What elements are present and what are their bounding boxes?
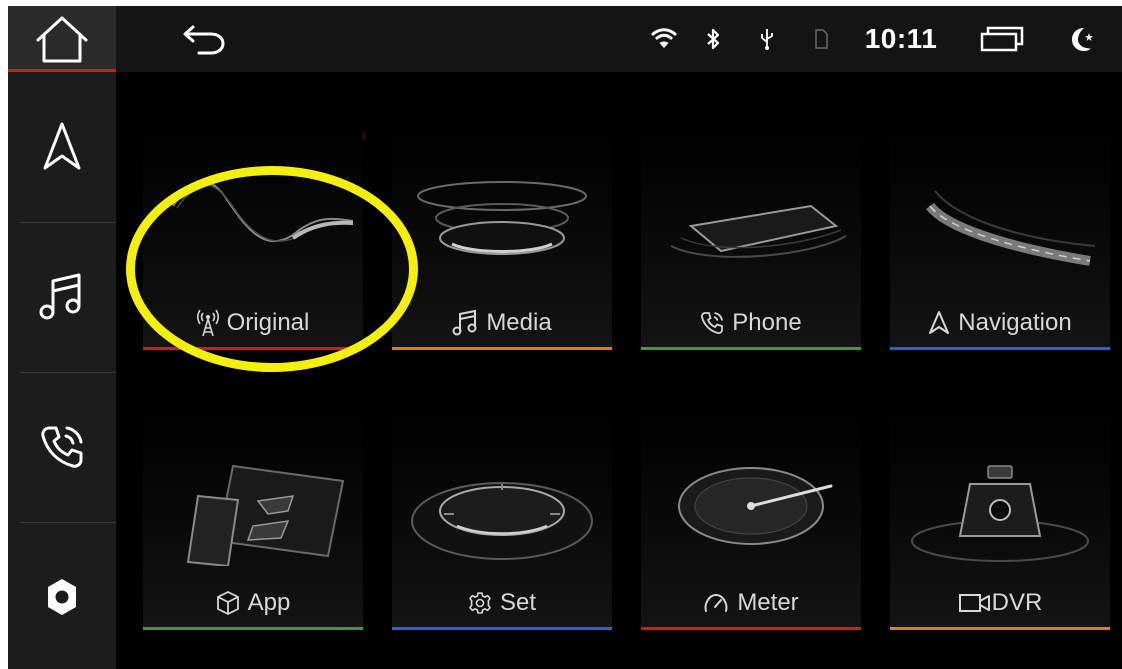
tile-meter[interactable]: Meter bbox=[641, 406, 861, 630]
status-bar: 10:11 bbox=[116, 6, 1122, 72]
usb-status bbox=[752, 6, 782, 72]
road-graphic bbox=[926, 190, 1096, 266]
gear-icon bbox=[468, 591, 492, 615]
sidebar-item-music[interactable] bbox=[8, 222, 116, 372]
phone-icon bbox=[41, 426, 83, 468]
tile-label-text: Media bbox=[486, 309, 552, 336]
tile-label: Media bbox=[392, 308, 612, 338]
tile-label: Phone bbox=[641, 308, 861, 338]
speedometer-icon bbox=[703, 591, 729, 615]
tile-label-text: App bbox=[247, 589, 291, 616]
tile-label-text: Set bbox=[499, 589, 537, 616]
tile-phone[interactable]: Phone bbox=[641, 126, 861, 350]
usb-icon bbox=[761, 29, 773, 50]
music-note-icon bbox=[452, 309, 478, 337]
tile-accent-line bbox=[890, 347, 1110, 350]
tile-accent-line bbox=[392, 627, 612, 630]
tile-accent-line bbox=[641, 627, 861, 630]
cube-icon bbox=[216, 590, 240, 616]
recent-apps-button[interactable] bbox=[974, 6, 1030, 72]
sidebar-item-navigation[interactable] bbox=[8, 72, 116, 222]
tile-accent-line bbox=[890, 627, 1110, 630]
navigation-arrow-icon bbox=[43, 122, 81, 170]
head-unit-display: 10:11 Original Media Phone Navigation Ap… bbox=[8, 6, 1122, 669]
phone-graphic bbox=[670, 204, 847, 258]
tile-label-text: Original bbox=[226, 309, 310, 336]
tile-set[interactable]: Set bbox=[392, 406, 612, 630]
tile-label: Meter bbox=[641, 588, 861, 618]
tile-label-text: Phone bbox=[732, 309, 802, 336]
sim-card-icon bbox=[815, 29, 828, 49]
wave-graphic bbox=[172, 180, 353, 243]
recent-apps-icon bbox=[980, 26, 1024, 52]
navigation-arrow-icon bbox=[928, 310, 950, 336]
sidebar-item-settings[interactable] bbox=[8, 522, 116, 669]
music-note-icon bbox=[39, 273, 81, 320]
wifi-status bbox=[646, 6, 682, 72]
dashcam-graphic bbox=[911, 465, 1089, 562]
tile-label-text: Meter bbox=[737, 589, 799, 616]
tile-accent-line bbox=[641, 347, 861, 350]
tile-accent-line bbox=[143, 627, 363, 630]
bluetooth-status bbox=[698, 6, 728, 72]
gear-icon bbox=[48, 579, 76, 615]
speedometer-graphic bbox=[678, 467, 833, 545]
screen: 10:11 Original Media Phone Navigation Ap… bbox=[0, 0, 1122, 669]
tile-accent-line bbox=[143, 347, 363, 350]
devices-graphic bbox=[186, 464, 345, 566]
tile-label: App bbox=[143, 588, 363, 618]
tile-dvr[interactable]: DVR bbox=[890, 406, 1110, 630]
tile-app[interactable]: App bbox=[143, 406, 363, 630]
back-button[interactable] bbox=[174, 6, 234, 72]
wifi-icon bbox=[651, 28, 677, 48]
night-mode-icon bbox=[1072, 28, 1093, 51]
phone-icon bbox=[700, 311, 724, 335]
back-arrow-icon bbox=[183, 25, 225, 55]
tile-label: DVR bbox=[890, 588, 1110, 618]
clock-text: 10:11 bbox=[864, 23, 938, 54]
night-mode-button[interactable] bbox=[1062, 6, 1102, 72]
tile-label: Set bbox=[392, 588, 612, 618]
tile-original[interactable]: Original bbox=[143, 126, 363, 350]
sim-status bbox=[806, 6, 836, 72]
sidebar-item-phone[interactable] bbox=[8, 372, 116, 522]
dial-graphic bbox=[411, 482, 593, 560]
home-icon bbox=[36, 16, 88, 63]
tile-label-text: DVR bbox=[991, 589, 1043, 616]
tile-navigation[interactable]: Navigation bbox=[890, 126, 1110, 350]
tile-label: Navigation bbox=[890, 308, 1110, 338]
clock: 10:11 bbox=[856, 6, 946, 72]
radio-tower-icon bbox=[196, 308, 219, 338]
sidebar bbox=[8, 6, 116, 669]
bluetooth-icon bbox=[707, 28, 720, 50]
tile-accent-line bbox=[392, 347, 612, 350]
home-button[interactable] bbox=[8, 6, 116, 72]
tile-label-text: Navigation bbox=[958, 309, 1072, 336]
tile-media[interactable]: Media bbox=[392, 126, 612, 350]
disc-graphic bbox=[417, 181, 587, 255]
tile-label: Original bbox=[143, 308, 363, 338]
video-camera-icon bbox=[958, 592, 992, 614]
